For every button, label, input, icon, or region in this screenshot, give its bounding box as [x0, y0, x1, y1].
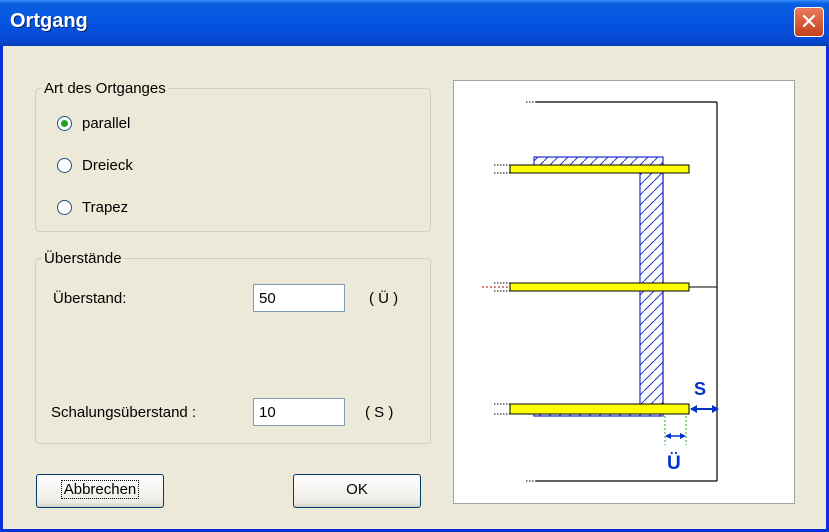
radio-parallel[interactable]: parallel: [57, 115, 130, 132]
radio-label: parallel: [82, 115, 131, 132]
cancel-button[interactable]: Abbrechen: [36, 474, 164, 508]
schalung-input[interactable]: [253, 398, 345, 426]
board-top: [509, 164, 690, 174]
close-icon: ✕: [799, 9, 819, 34]
radio-label: Trapez: [82, 199, 129, 216]
title-bar[interactable]: Ortgang ✕: [0, 0, 829, 46]
ueberstand-input[interactable]: [253, 284, 345, 312]
ok-button-label: OK: [346, 481, 368, 498]
arrowhead: [712, 405, 719, 413]
radio-indicator: [57, 158, 72, 173]
group-legend: Art des Ortganges: [44, 80, 166, 97]
arrowhead: [680, 433, 686, 439]
label-u: Ü: [667, 453, 681, 474]
ortgang-preview: S Ü: [453, 80, 795, 504]
ueberstand-symbol: ( Ü ): [369, 290, 399, 307]
ortgang-dialog: Ortgang ✕ Art des Ortganges parallel Dre…: [0, 0, 829, 532]
close-button[interactable]: ✕: [794, 7, 824, 37]
ueberstand-label: Überstand:: [53, 290, 127, 307]
ok-button[interactable]: OK: [293, 474, 421, 508]
radio-indicator: [57, 200, 72, 215]
radio-trapez[interactable]: Trapez: [57, 199, 128, 216]
group-legend: Überstände: [44, 250, 122, 267]
arrowhead: [665, 433, 671, 439]
board-middle: [509, 282, 690, 292]
radio-dreieck[interactable]: Dreieck: [57, 157, 133, 174]
label-s: S: [694, 379, 706, 399]
schalung-symbol: ( S ): [365, 404, 394, 421]
board-bottom: [509, 403, 690, 415]
arrowhead: [690, 405, 697, 413]
schalung-label: Schalungsüberstand :: [51, 404, 197, 421]
radio-indicator: [57, 116, 72, 131]
radio-label: Dreieck: [82, 157, 133, 174]
cancel-button-label: Abbrechen: [60, 480, 140, 499]
dialog-title: Ortgang: [10, 10, 88, 32]
ortgang-diagram: S Ü: [482, 101, 719, 482]
